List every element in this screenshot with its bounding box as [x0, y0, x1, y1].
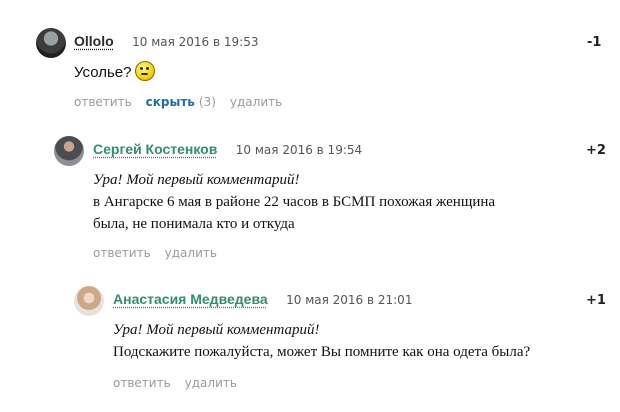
comment-actions: ответить удалить — [93, 246, 231, 260]
first-comment-label: Ура! Мой первый комментарий! — [93, 172, 300, 188]
comment-header: Анастасия Медведева 10 мая 2016 в 21:01 — [113, 291, 412, 309]
comment-header: Сергей Костенков 10 мая 2016 в 19:54 — [93, 141, 362, 159]
author-name[interactable]: Ollolo — [74, 33, 114, 49]
reply-button[interactable]: ответить — [93, 246, 151, 260]
comment-date[interactable]: 10 мая 2016 в 19:53 — [132, 35, 258, 49]
comment-text: Усолье? — [74, 61, 156, 84]
avatar[interactable] — [36, 28, 66, 58]
delete-button[interactable]: удалить — [230, 95, 282, 109]
comment-line: в Ангарске 6 мая в районе 22 часов в БСМ… — [93, 194, 496, 210]
comment-line: была, не понимала кто и откуда — [93, 216, 295, 232]
comment-header: Ollolo 10 мая 2016 в 19:53 — [74, 33, 258, 51]
author-name[interactable]: Анастасия Медведева — [113, 291, 268, 307]
avatar[interactable] — [74, 286, 104, 316]
reply-button[interactable]: ответить — [113, 376, 171, 390]
comment-score: +2 — [586, 143, 606, 158]
reply-button[interactable]: ответить — [74, 95, 132, 109]
comment-score: -1 — [587, 35, 602, 50]
author-name[interactable]: Сергей Костенков — [93, 141, 217, 157]
avatar[interactable] — [54, 136, 84, 166]
comment-actions: ответить скрыть (3) удалить — [74, 95, 296, 109]
comment-score: +1 — [586, 293, 606, 308]
first-comment-label: Ура! Мой первый комментарий! — [113, 322, 320, 338]
comment-body: Усолье? — [74, 64, 132, 81]
comment-text: Ура! Мой первый комментарий! Подскажите … — [113, 319, 530, 363]
comment-text: Ура! Мой первый комментарий! в Ангарске … — [93, 169, 495, 235]
comment-date[interactable]: 10 мая 2016 в 21:01 — [286, 293, 412, 307]
comment-actions: ответить удалить — [113, 376, 251, 390]
delete-button[interactable]: удалить — [165, 246, 217, 260]
confused-smiley-icon — [135, 61, 156, 81]
hidden-count: (3) — [198, 95, 216, 109]
delete-button[interactable]: удалить — [185, 376, 237, 390]
hide-button[interactable]: скрыть — [146, 95, 195, 109]
comment-date[interactable]: 10 мая 2016 в 19:54 — [236, 143, 362, 157]
comment-line: Подскажите пожалуйста, может Вы помните … — [113, 344, 531, 360]
